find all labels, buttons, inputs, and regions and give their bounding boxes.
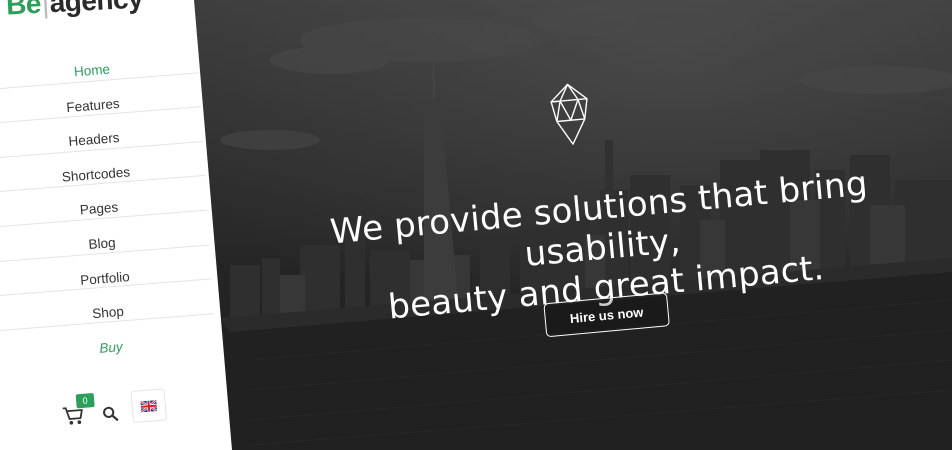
- menu-item-buy[interactable]: Buy: [0, 331, 232, 366]
- menu-item-headers[interactable]: Headers: [0, 123, 232, 158]
- menu-item-shortcodes[interactable]: Shortcodes: [0, 158, 232, 193]
- brand-logo[interactable]: Be|agency: [5, 0, 144, 22]
- menu-item-shop[interactable]: Shop: [0, 296, 232, 331]
- menu-item-label: Portfolio: [79, 268, 131, 288]
- menu-item-label: Buy: [98, 338, 124, 356]
- menu-item-blog[interactable]: Blog: [0, 227, 232, 262]
- brand-part-2: agency: [48, 0, 144, 19]
- menu-item-home[interactable]: Home: [0, 54, 232, 89]
- menu-item-features[interactable]: Features: [0, 89, 232, 124]
- sidebar-tools: 0: [59, 385, 182, 434]
- menu-item-label: Shop: [91, 303, 125, 322]
- brand-separator: |: [41, 0, 50, 19]
- search-icon[interactable]: [102, 405, 119, 422]
- menu-item-portfolio[interactable]: Portfolio: [0, 262, 232, 297]
- cart-icon[interactable]: [62, 405, 86, 427]
- main-menu: Home Features Headers Shortcodes Pages B…: [0, 54, 232, 365]
- geometric-diamond-icon: [550, 83, 588, 145]
- sidebar: Be|agency Home Features Headers Shortcod…: [0, 0, 232, 450]
- uk-flag-icon: [140, 400, 158, 413]
- language-switcher[interactable]: [130, 388, 167, 424]
- page-viewport: We provide solutions that bring usabilit…: [0, 0, 952, 450]
- site-screen: We provide solutions that bring usabilit…: [0, 0, 952, 450]
- menu-item-pages[interactable]: Pages: [0, 192, 232, 227]
- cart-count-badge: 0: [75, 393, 95, 409]
- menu-item-label: Shortcodes: [61, 164, 131, 185]
- brand-part-1: Be: [5, 0, 42, 21]
